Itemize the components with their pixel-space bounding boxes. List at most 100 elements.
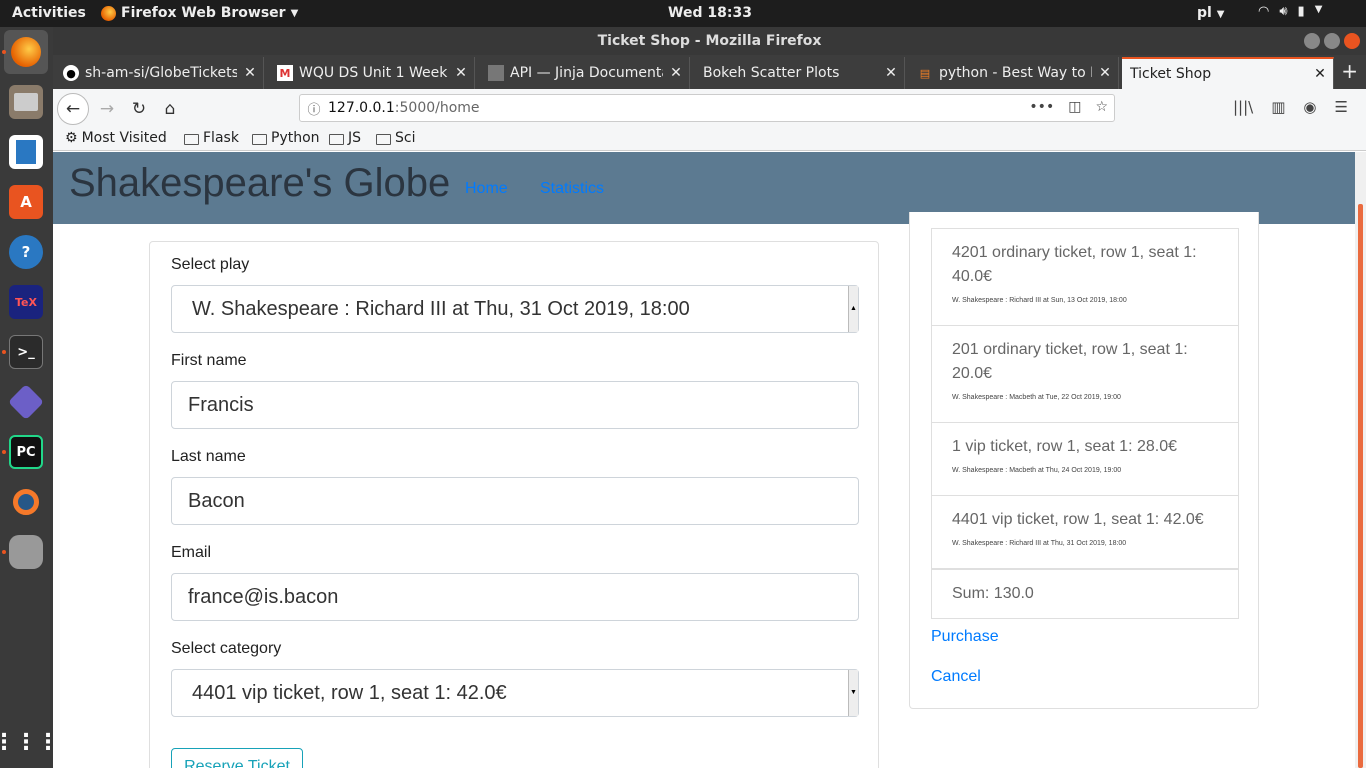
last-name-input[interactable]: Bacon xyxy=(171,477,859,525)
menu-icon[interactable]: ☰ xyxy=(1335,98,1348,116)
help-icon[interactable]: ? xyxy=(9,235,43,269)
account-icon[interactable]: ◉ xyxy=(1303,98,1316,116)
tab-globetickets[interactable]: ● sh-am-si/GlobeTickets ✕ xyxy=(55,57,264,89)
clock[interactable]: Wed 18:33 xyxy=(0,5,1366,21)
app-grid-icon[interactable]: ⋮⋮⋮ xyxy=(0,725,59,759)
software-center-icon[interactable]: A xyxy=(9,185,43,219)
back-icon[interactable]: ← xyxy=(57,93,89,125)
last-name-label: Last name xyxy=(171,448,246,465)
page-scrollbar[interactable] xyxy=(1355,152,1366,768)
bookmark-label: JS xyxy=(348,130,362,146)
close-tab-icon[interactable]: ✕ xyxy=(448,65,474,81)
tab-title: Ticket Shop xyxy=(1130,66,1212,82)
bookmark-star-icon[interactable]: ☆ xyxy=(1095,99,1108,115)
cart-item-subtitle: W. Shakespeare : Richard III at Thu, 31 … xyxy=(952,540,1127,547)
tab-ticket-shop[interactable]: Ticket Shop ✕ xyxy=(1122,57,1334,89)
cart-item[interactable]: 4201 ordinary ticket, row 1, seat 1: 40.… xyxy=(931,228,1239,326)
battery-icon: ▮ xyxy=(1297,4,1305,19)
minimize-button[interactable] xyxy=(1304,33,1320,49)
pocket-icon[interactable]: ◫ xyxy=(1068,99,1081,115)
first-name-label: First name xyxy=(171,352,247,369)
files-launcher-icon[interactable] xyxy=(9,85,43,119)
nav-link-home[interactable]: Home xyxy=(465,180,508,198)
gitkraken-icon[interactable] xyxy=(7,383,45,421)
cart-item-title: 1 vip ticket, row 1, seat 1: 28.0€ xyxy=(952,438,1178,455)
site-brand[interactable]: Shakespeare's Globe xyxy=(69,161,450,206)
tab-title: WQU DS Unit 1 Weekly xyxy=(299,65,448,81)
close-window-button[interactable] xyxy=(1344,33,1360,49)
new-tab-icon[interactable]: + xyxy=(1341,59,1358,83)
tab-jinja[interactable]: API — Jinja Documenta ✕ xyxy=(480,57,690,89)
email-input[interactable]: france@is.bacon xyxy=(171,573,859,621)
tab-title: API — Jinja Documenta xyxy=(510,65,663,81)
close-tab-icon[interactable]: ✕ xyxy=(1092,65,1118,81)
tab-title: Bokeh Scatter Plots xyxy=(703,65,840,81)
bookmark-sci[interactable]: Sci xyxy=(376,130,415,146)
database-icon[interactable] xyxy=(9,535,43,569)
github-icon: ● xyxy=(63,65,79,81)
bookmark-python[interactable]: Python xyxy=(252,130,320,146)
library-icon[interactable]: |||\ xyxy=(1233,98,1253,116)
language-label: pl xyxy=(1197,5,1212,21)
cart-item-title: 4201 ordinary ticket, row 1, seat 1: 40.… xyxy=(952,244,1197,285)
tab-wqu[interactable]: M WQU DS Unit 1 Weekly ✕ xyxy=(269,57,475,89)
system-tray[interactable]: ◠ 🔊︎ ▮ ▼ xyxy=(1258,4,1322,19)
texmaker-icon[interactable]: TeX xyxy=(9,285,43,319)
cart-item-title: 201 ordinary ticket, row 1, seat 1: 20.0… xyxy=(952,341,1188,382)
caret-down-icon: ▼ xyxy=(1216,9,1225,20)
writer-launcher-icon[interactable] xyxy=(9,135,43,169)
reload-icon[interactable]: ↻ xyxy=(123,93,155,125)
sidebar-icon[interactable]: ▥ xyxy=(1271,98,1285,116)
cart-item-subtitle: W. Shakespeare : Macbeth at Tue, 22 Oct … xyxy=(952,394,1121,401)
folder-icon xyxy=(252,133,267,145)
firefox-launcher-icon[interactable] xyxy=(4,30,48,74)
close-tab-icon[interactable]: ✕ xyxy=(663,65,689,81)
cart-item[interactable]: 1 vip ticket, row 1, seat 1: 28.0€ W. Sh… xyxy=(931,422,1239,496)
tab-bokeh[interactable]: Bokeh Scatter Plots ✕ xyxy=(695,57,905,89)
site-info-icon[interactable]: ⓘ xyxy=(300,99,328,118)
wifi-icon: ◠ xyxy=(1258,4,1270,19)
close-tab-icon[interactable]: ✕ xyxy=(237,65,263,81)
blender-icon[interactable] xyxy=(9,485,43,519)
cart-item-title: 4401 vip ticket, row 1, seat 1: 42.0€ xyxy=(952,511,1204,528)
language-indicator[interactable]: pl ▼ xyxy=(1197,5,1224,21)
bookmark-label: Flask xyxy=(203,130,239,146)
scrollbar-thumb[interactable] xyxy=(1358,204,1363,768)
cart-sum: Sum: 130.0 xyxy=(931,569,1239,619)
home-icon[interactable]: ⌂ xyxy=(154,93,186,125)
first-name-input[interactable]: Francis xyxy=(171,381,859,429)
close-tab-icon[interactable]: ✕ xyxy=(878,65,904,81)
tab-stackoverflow[interactable]: ▤ python - Best Way to Pr ✕ xyxy=(909,57,1119,89)
window-title: Ticket Shop - Mozilla Firefox xyxy=(597,33,822,49)
url-bar[interactable]: ⓘ 127.0.0.1:5000/home ••• ◫ ☆ xyxy=(299,94,1115,122)
system-top-bar: Activities Firefox Web Browser ▼ Wed 18:… xyxy=(0,0,1366,27)
select-arrow-icon: ▲ xyxy=(848,286,858,332)
cart-panel: 4201 ordinary ticket, row 1, seat 1: 40.… xyxy=(909,212,1259,709)
cart-item-subtitle: W. Shakespeare : Richard III at Sun, 13 … xyxy=(952,297,1127,304)
bookmark-js[interactable]: JS xyxy=(329,130,361,146)
purchase-link[interactable]: Purchase xyxy=(931,628,999,646)
terminal-icon[interactable]: >_ xyxy=(9,335,43,369)
tab-strip: ● sh-am-si/GlobeTickets ✕ M WQU DS Unit … xyxy=(53,55,1366,89)
cancel-link[interactable]: Cancel xyxy=(931,668,981,686)
select-arrow-icon: ▼ xyxy=(848,670,858,716)
page-content: Shakespeare's Globe Home Statistics Sele… xyxy=(53,152,1366,768)
forward-icon[interactable]: → xyxy=(91,93,123,125)
page-actions-icon[interactable]: ••• xyxy=(1029,99,1054,115)
close-tab-icon[interactable]: ✕ xyxy=(1307,66,1333,82)
cart-item[interactable]: 4401 vip ticket, row 1, seat 1: 42.0€ W.… xyxy=(931,495,1239,569)
cart-item[interactable]: 201 ordinary ticket, row 1, seat 1: 20.0… xyxy=(931,325,1239,423)
volume-icon: 🔊︎ xyxy=(1279,4,1288,19)
pycharm-icon[interactable]: PC xyxy=(9,435,43,469)
category-select[interactable]: 4401 vip ticket, row 1, seat 1: 42.0€ ▼ xyxy=(171,669,859,717)
bookmark-label: Python xyxy=(271,130,320,146)
launcher-dock: A ? TeX >_ PC ⋮⋮⋮ xyxy=(0,27,59,768)
maximize-button[interactable] xyxy=(1324,33,1340,49)
play-select[interactable]: W. Shakespeare : Richard III at Thu, 31 … xyxy=(171,285,859,333)
reserve-ticket-button[interactable]: Reserve Ticket xyxy=(171,748,303,768)
folder-icon xyxy=(376,133,391,145)
nav-link-statistics[interactable]: Statistics xyxy=(540,180,604,198)
bookmark-most-visited[interactable]: ⚙ Most Visited xyxy=(65,130,167,146)
bookmark-flask[interactable]: Flask xyxy=(184,130,239,146)
navigation-toolbar: ← → ↻ ⌂ ⓘ 127.0.0.1:5000/home ••• ◫ ☆ ||… xyxy=(53,89,1366,127)
